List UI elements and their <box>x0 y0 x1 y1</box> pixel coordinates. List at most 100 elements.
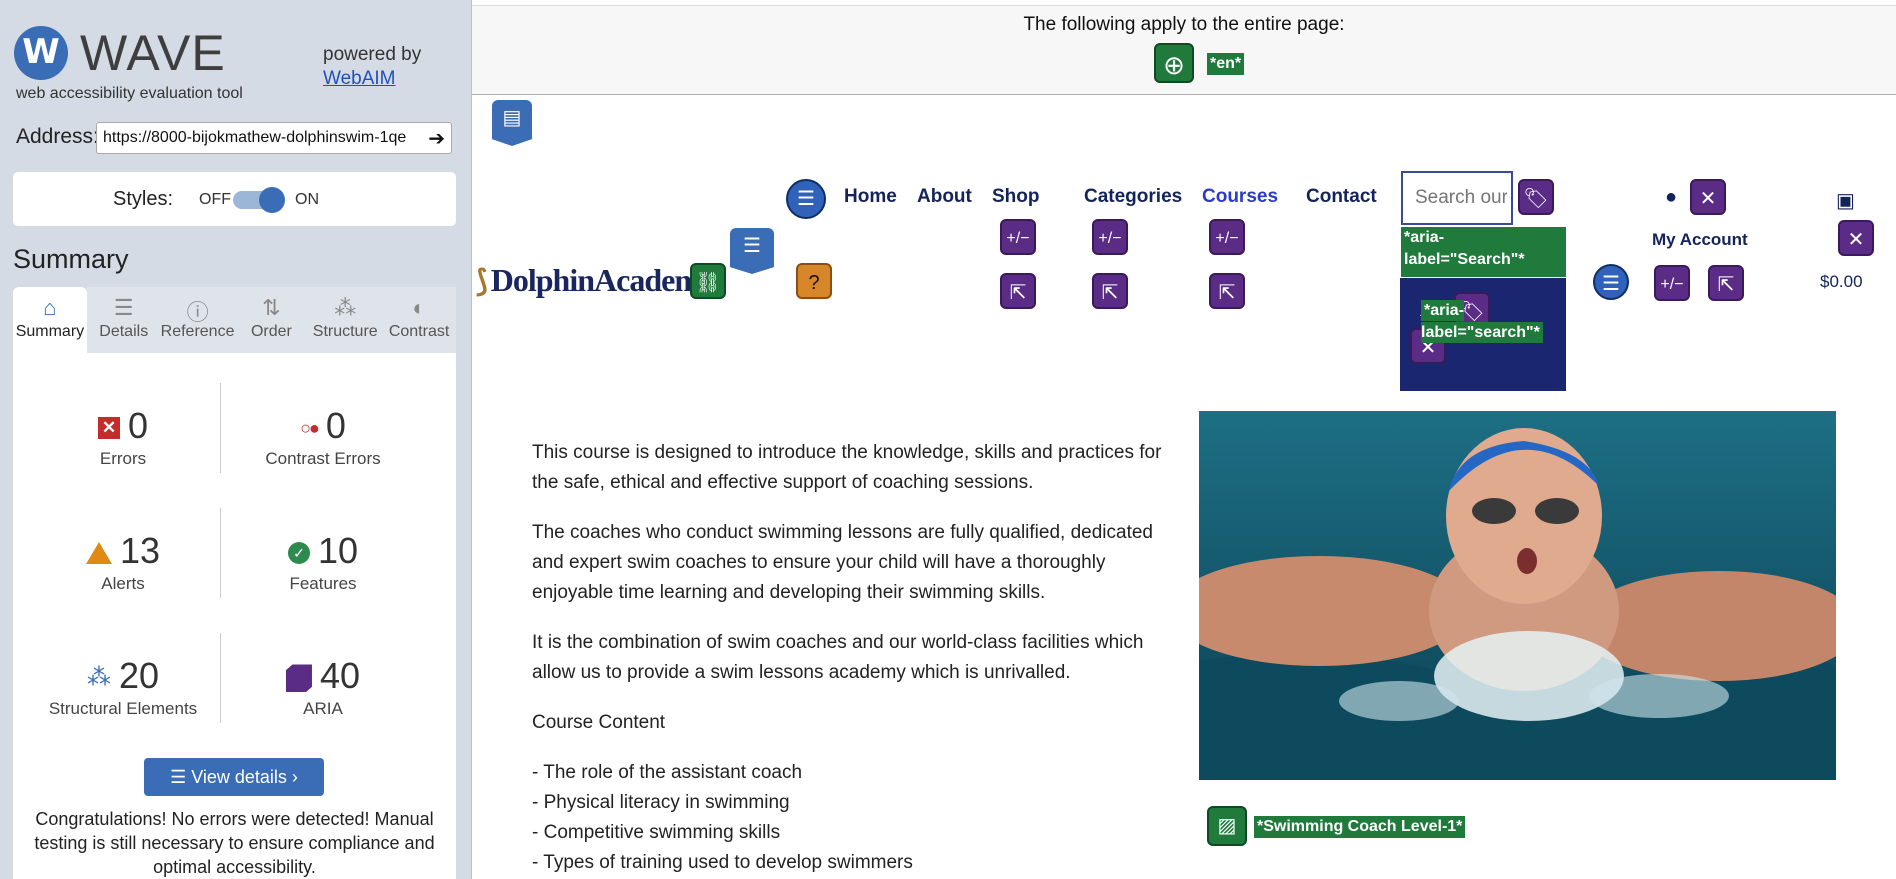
nav-landmark-icon[interactable]: ☰ <box>730 228 774 274</box>
info-icon: ⓘ <box>186 300 209 325</box>
error-icon: ✕ <box>97 417 120 440</box>
list-icon[interactable]: ☰ <box>786 179 826 219</box>
course-description: This course is designed to introduce the… <box>532 438 1172 878</box>
nav-contact[interactable]: Contact <box>1306 186 1377 208</box>
structural-label: Structural Elements <box>48 699 198 718</box>
stat-errors[interactable]: ✕ 0 Errors <box>23 403 223 469</box>
image-caption: *Swimming Coach Level-1* <box>1254 816 1466 838</box>
linked-image-icon[interactable]: ⛓ <box>690 263 726 299</box>
stat-contrast[interactable]: ○● 0 Contrast Errors <box>223 403 423 469</box>
summary-panel: ✕ 0 Errors ○● 0 Contrast Errors 13 Alerts … <box>13 353 456 879</box>
tab-label: Structure <box>312 323 378 340</box>
tab-structure[interactable]: ⁂ Structure <box>308 287 383 353</box>
tab-reference[interactable]: ⓘ Reference <box>160 287 235 353</box>
aria-label-tag: *aria-label="Search"* <box>1401 227 1566 277</box>
webaim-link[interactable]: WebAIM <box>323 67 421 91</box>
stat-structural[interactable]: ⁂ 20 Structural Elements <box>23 653 223 719</box>
styles-card: Styles: OFF ON <box>13 172 456 226</box>
swimmer-image <box>1199 411 1836 780</box>
view-details-label: View details › <box>191 767 298 787</box>
paragraph: The coaches who conduct swimming lessons… <box>532 522 1153 603</box>
address-label: Address: <box>16 125 99 148</box>
paragraph: This course is designed to introduce the… <box>532 442 1162 493</box>
aria-popup-icon[interactable]: ⇱ <box>1000 273 1036 309</box>
shopping-bag-icon[interactable]: ▣ <box>1836 188 1855 213</box>
styles-label: Styles: <box>113 188 174 210</box>
wave-sidebar: W WAVE web accessibility evaluation tool… <box>0 0 472 879</box>
stat-aria[interactable]: 40 ARIA <box>223 653 423 719</box>
aria-popup-icon[interactable]: ⇱ <box>1092 273 1128 309</box>
close-icon[interactable]: ✕ <box>1838 220 1874 256</box>
banner-text: The following apply to the entire page: <box>1023 14 1345 35</box>
nav-courses[interactable]: Courses <box>1202 186 1278 208</box>
contrast-count: 0 <box>325 405 346 446</box>
aria-popup-icon[interactable]: ⇱ <box>1708 265 1744 301</box>
tab-details[interactable]: ☰ Details <box>86 287 161 353</box>
aria-label-icon[interactable]: 🏷 <box>1518 179 1554 215</box>
aria-label-search: *aria-label="search"* <box>1418 300 1563 386</box>
aria-label: ARIA <box>303 699 343 718</box>
header-landmark-icon[interactable]: ▤ <box>492 100 532 146</box>
order-icon: ⇅ <box>262 295 281 320</box>
aria-expanded-icon[interactable]: +/− <box>1092 219 1128 255</box>
close-icon[interactable]: ✕ <box>1690 179 1726 215</box>
wave-tagline: web accessibility evaluation tool <box>16 85 243 102</box>
list-icon: ☰ <box>170 767 192 787</box>
aria-count: 40 <box>319 655 361 696</box>
stat-alerts[interactable]: 13 Alerts <box>23 528 223 594</box>
structure-icon: ⁂ <box>86 664 111 692</box>
tab-summary[interactable]: ⌂ Summary <box>13 287 87 353</box>
wave-logo-text: WAVE <box>80 25 226 81</box>
aria-icon <box>285 664 312 693</box>
site-logo[interactable]: ⟆ DolphinAcademy <box>476 262 716 299</box>
address-input[interactable] <box>97 123 417 153</box>
search-input[interactable] <box>1403 173 1507 223</box>
view-details-button[interactable]: ☰ View details › <box>144 758 324 796</box>
powered-by: powered by WebAIM <box>323 43 421 91</box>
lang-tag: *en* <box>1207 53 1245 75</box>
list-icon[interactable]: ☰ <box>1593 264 1629 300</box>
alerts-count: 13 <box>119 530 161 571</box>
tab-label: Reference <box>160 323 235 340</box>
alert-icon <box>85 542 112 565</box>
aria-expanded-icon[interactable]: +/− <box>1000 219 1036 255</box>
features-count: 10 <box>317 530 359 571</box>
page-preview: The following apply to the entire page: … <box>472 0 1896 879</box>
image-icon[interactable]: ▨ <box>1207 806 1247 846</box>
list-icon: ☰ <box>113 295 134 320</box>
summary-heading: Summary <box>13 244 129 274</box>
nav-about[interactable]: About <box>917 186 972 208</box>
structural-count: 20 <box>118 655 160 696</box>
globe-icon[interactable]: ⊕ <box>1154 43 1194 83</box>
nav-shop[interactable]: Shop <box>992 186 1040 208</box>
features-label: Features <box>289 574 357 593</box>
arrow-right-icon[interactable]: ➔ <box>428 126 445 151</box>
contrast-error-icon: ○● <box>300 418 320 439</box>
powered-by-text: powered by <box>323 44 422 65</box>
styles-toggle[interactable] <box>233 187 285 213</box>
aria-popup-icon[interactable]: ⇱ <box>1209 273 1245 309</box>
nav-home[interactable]: Home <box>844 186 897 208</box>
stat-features[interactable]: ✓ 10 Features <box>223 528 423 594</box>
aria-label-search-text: *aria-label="search"* <box>1421 300 1543 343</box>
congrats-message: Congratulations! No errors were detected… <box>34 809 435 877</box>
address-field: ➔ <box>96 122 452 154</box>
aria-expanded-icon[interactable]: +/− <box>1654 265 1690 301</box>
list-item: - The role of the assistant coach <box>532 762 803 783</box>
aria-expanded-icon[interactable]: +/− <box>1209 219 1245 255</box>
errors-label: Errors <box>99 449 147 468</box>
tab-contrast[interactable]: ◐ Contrast <box>382 287 456 353</box>
paragraph: It is the combination of swim coaches an… <box>532 632 1144 683</box>
cart-total[interactable]: $0.00 <box>1820 272 1863 292</box>
nav-categories[interactable]: Categories <box>1084 186 1182 208</box>
tab-order[interactable]: ⇅ Order <box>234 287 309 353</box>
my-account-link[interactable]: My Account <box>1652 230 1748 250</box>
dolphin-icon: ⟆ <box>476 265 488 298</box>
check-icon: ✓ <box>287 542 310 565</box>
swimmer-illustration <box>1199 411 1836 780</box>
user-icon[interactable]: ● <box>1665 186 1677 209</box>
page-wide-banner: The following apply to the entire page: … <box>472 5 1896 95</box>
search-field <box>1401 171 1513 225</box>
structure-icon: ⁂ <box>334 295 357 320</box>
alert-image-icon[interactable]: ? <box>796 263 832 299</box>
